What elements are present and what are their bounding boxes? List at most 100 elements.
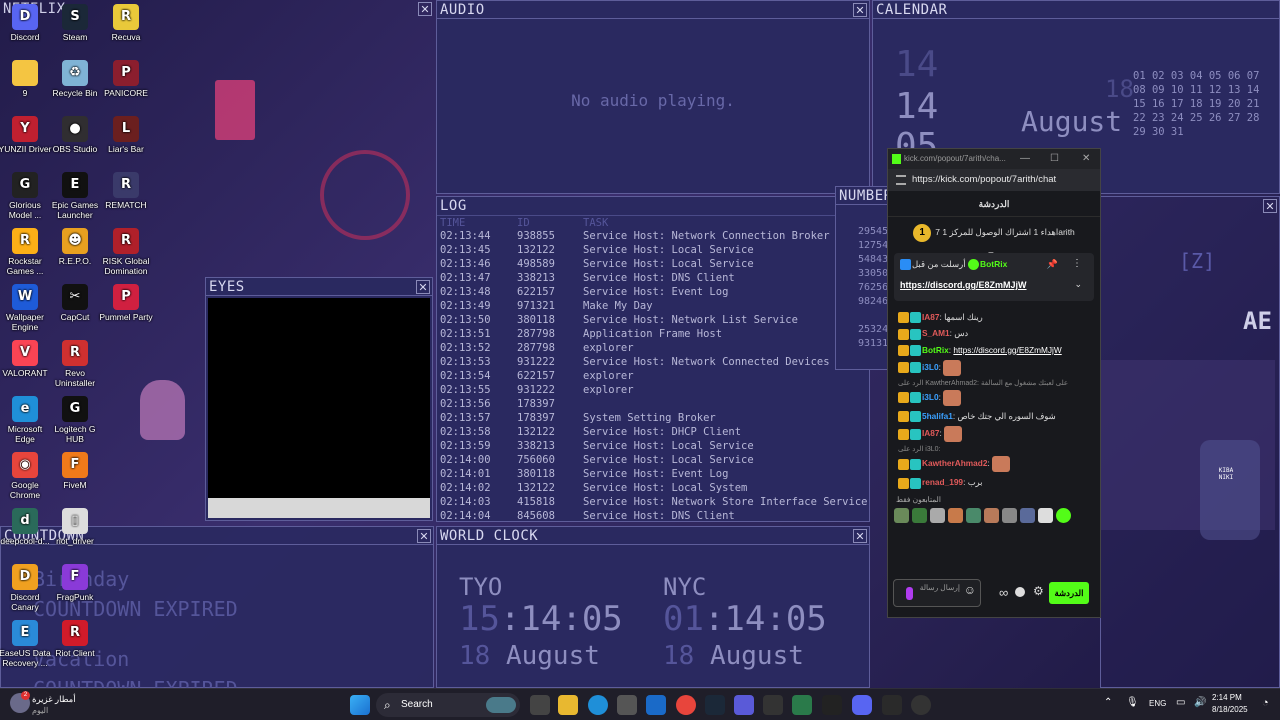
avatar[interactable] [966, 507, 981, 523]
chrome-icon[interactable] [676, 695, 696, 715]
minimize-icon[interactable]: — [1020, 149, 1030, 169]
chat-username[interactable]: 5halifa1 [922, 411, 953, 421]
chat-username[interactable]: BotRix [922, 345, 949, 355]
send-button[interactable]: الدردشة [1049, 582, 1089, 604]
pinned-link[interactable]: https://discord.gg/E8ZmMJjW [900, 280, 1027, 290]
chat-message[interactable]: IA87: [888, 424, 1100, 444]
mic-tray-icon[interactable]: 🎙 [1126, 697, 1139, 708]
chat-username[interactable]: KawtherAhmad2 [922, 458, 987, 468]
chat-username[interactable]: S_AM1 [922, 328, 950, 338]
desktop-icon[interactable]: F FiveM [47, 452, 103, 490]
desktop-icon[interactable]: R REMATCH [98, 172, 154, 210]
avatar[interactable] [984, 507, 999, 523]
desktop-icon[interactable]: V VALORANT [0, 340, 53, 378]
desktop-icon[interactable]: d deepcool-d... [0, 508, 53, 546]
kick-titlebar[interactable]: kick.com/popout/7arith/cha... — ☐ ✕ [888, 149, 1100, 169]
desktop-icon[interactable]: 9 [0, 60, 53, 98]
chat-username[interactable]: IA87 [922, 428, 940, 438]
desktop-icon[interactable]: R Recuva [98, 4, 154, 42]
notifications-icon[interactable]: ◔ [1262, 697, 1269, 709]
desktop-icon[interactable]: S Steam [47, 4, 103, 42]
desktop-icon[interactable]: R Revo Uninstaller [47, 340, 103, 388]
avatar[interactable] [1002, 507, 1017, 523]
desktop-icon[interactable]: ✂ CapCut [47, 284, 103, 322]
avatar[interactable] [948, 507, 963, 523]
site-settings-icon[interactable] [896, 175, 906, 185]
chat-message[interactable]: renad_199: برب [888, 474, 1100, 490]
network-icon[interactable]: ▭ [1176, 697, 1185, 708]
close-icon[interactable]: ✕ [418, 2, 432, 16]
steam-icon[interactable] [705, 695, 725, 715]
close-icon[interactable]: ✕ [1263, 199, 1277, 213]
search-box[interactable]: ⌕ Search [376, 693, 520, 717]
chat-username[interactable]: IA87 [922, 312, 940, 322]
desktop-icon[interactable]: P Pummel Party [98, 284, 154, 322]
chat-message[interactable]: i3L0: [888, 388, 1100, 408]
avatar[interactable] [894, 507, 909, 523]
desktop-icon[interactable]: e Microsoft Edge [0, 396, 53, 444]
points-icon[interactable] [1015, 587, 1025, 597]
desktop-icon[interactable]: E EaseUS Data Recovery ... [0, 620, 53, 668]
desktop-icon[interactable]: L Liar's Bar [98, 116, 154, 154]
chat-username[interactable]: i3L0 [922, 362, 939, 372]
settings-app-icon[interactable] [617, 695, 637, 715]
chevron-up-icon[interactable]: ⌃ [1104, 697, 1112, 708]
chat-username[interactable]: renad_199 [922, 477, 963, 487]
avatar[interactable] [1056, 507, 1071, 523]
avatar[interactable] [930, 507, 945, 523]
avatar[interactable] [1038, 507, 1053, 523]
desktop-icon[interactable]: Y YUNZII Driver [0, 116, 53, 154]
desktop-icon[interactable]: ♻ Recycle Bin [47, 60, 103, 98]
desktop-icon[interactable]: R Riot Client [47, 620, 103, 658]
address-bar[interactable]: https://kick.com/popout/7arith/chat [888, 169, 1100, 191]
pinned-message[interactable]: أرسلت من قبل BotRix 📌 ⋮ https://discord.… [894, 253, 1094, 301]
chat-message[interactable]: KawtherAhmad2: [888, 454, 1100, 474]
kick-app-icon[interactable] [882, 695, 902, 715]
language-indicator[interactable]: ENG [1149, 699, 1166, 708]
infinity-icon[interactable]: ∞ [999, 585, 1008, 600]
chat-input[interactable]: إرسال رسالة ☺ [893, 579, 981, 607]
close-icon[interactable]: ✕ [416, 280, 430, 294]
desktop-icon[interactable]: F FragPunk [47, 564, 103, 602]
close-icon[interactable]: ✕ [1082, 149, 1090, 169]
weather-text[interactable]: أمطار غزيرة [32, 694, 76, 705]
chevron-down-icon[interactable]: ⌄ [1074, 279, 1082, 290]
desktop-icon[interactable]: D Discord [0, 4, 53, 42]
start-icon[interactable] [350, 695, 370, 715]
chat-message[interactable]: i3L0: [888, 358, 1100, 378]
maximize-icon[interactable]: ☐ [1050, 149, 1059, 169]
desktop-icon[interactable]: ☻ R.E.P.O. [47, 228, 103, 266]
clock-time[interactable]: 2:14 PM [1212, 693, 1242, 702]
close-icon[interactable]: ✕ [853, 3, 867, 17]
store-icon[interactable] [763, 695, 783, 715]
desktop-icon[interactable]: R RISK Global Domination [98, 228, 154, 276]
desktop-icon[interactable]: R Rockstar Games ... [0, 228, 53, 276]
kick-chat-window[interactable]: kick.com/popout/7arith/cha... — ☐ ✕ http… [887, 148, 1101, 618]
desktop-icon[interactable]: ◉ Google Chrome [0, 452, 53, 500]
avatar[interactable] [912, 507, 927, 523]
desktop-icon[interactable]: E Epic Games Launcher [47, 172, 103, 220]
discord-icon[interactable] [852, 695, 872, 715]
desktop-icon[interactable]: D Discord Canary [0, 564, 53, 612]
desktop-icon[interactable]: ● OBS Studio [47, 116, 103, 154]
desktop-icon[interactable]: W Wallpaper Engine [0, 284, 53, 332]
chat-message[interactable]: IA87: رينك اسمها [888, 309, 1100, 325]
obs-icon[interactable] [911, 695, 931, 715]
desktop-icon[interactable]: G Glorious Model ... [0, 172, 53, 220]
close-icon[interactable]: ✕ [853, 529, 867, 543]
desktop-icon[interactable]: P PANICORE [98, 60, 154, 98]
chat-username[interactable]: i3L0 [922, 392, 939, 402]
chat-message[interactable]: BotRix: https://discord.gg/E8ZmMJjW [888, 342, 1100, 358]
volume-icon[interactable]: 🔊 [1194, 697, 1206, 708]
close-icon[interactable]: ✕ [417, 529, 431, 543]
desktop-icon[interactable]: ▯ riot_driver [47, 508, 103, 546]
xbox-icon[interactable] [792, 695, 812, 715]
edge-icon[interactable] [588, 695, 608, 715]
outlook-icon[interactable] [646, 695, 666, 715]
emoji-icon[interactable]: ☺ [964, 584, 976, 596]
file-explorer-icon[interactable] [558, 695, 578, 715]
task-view-icon[interactable] [530, 695, 550, 715]
chat-message[interactable]: 5halifa1: شوف السوره الي جتك خاص [888, 408, 1100, 424]
gear-icon[interactable]: ⚙ [1033, 584, 1044, 598]
chat-message[interactable]: S_AM1: دس [888, 325, 1100, 341]
